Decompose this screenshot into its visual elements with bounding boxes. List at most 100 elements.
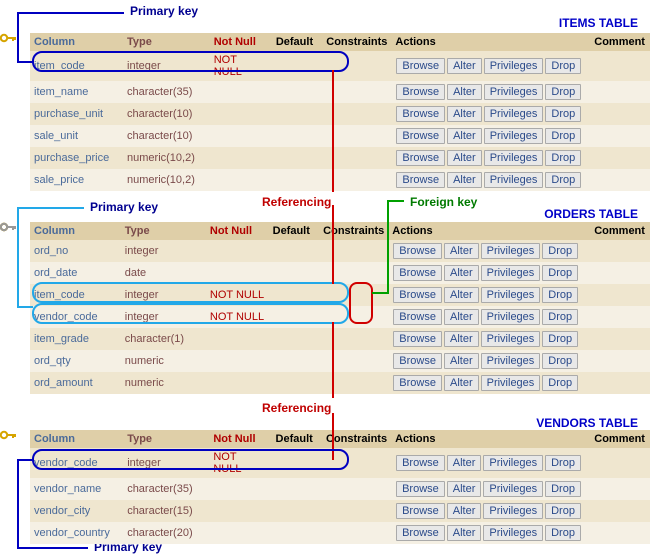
column-actions-cell: BrowseAlterPrivilegesDrop: [391, 522, 590, 544]
column-default-cell: [269, 262, 320, 284]
drop-button[interactable]: Drop: [542, 331, 578, 347]
column-constraints-cell: [319, 284, 388, 306]
privileges-button[interactable]: Privileges: [484, 106, 544, 122]
drop-button[interactable]: Drop: [545, 106, 581, 122]
column-notnull-cell: NOT NULL: [209, 448, 271, 478]
column-name-cell: vendor_code: [30, 448, 123, 478]
browse-button[interactable]: Browse: [396, 128, 445, 144]
drop-button[interactable]: Drop: [542, 309, 578, 325]
drop-button[interactable]: Drop: [545, 172, 581, 188]
browse-button[interactable]: Browse: [393, 265, 442, 281]
browse-button[interactable]: Browse: [393, 353, 442, 369]
browse-button[interactable]: Browse: [396, 172, 445, 188]
column-notnull-cell: [206, 350, 269, 372]
privileges-button[interactable]: Privileges: [483, 481, 543, 497]
table-row: ord_datedateBrowseAlterPrivilegesDrop: [30, 262, 650, 284]
alter-button[interactable]: Alter: [447, 525, 482, 541]
drop-button[interactable]: Drop: [545, 150, 581, 166]
browse-button[interactable]: Browse: [396, 455, 445, 471]
drop-button[interactable]: Drop: [545, 84, 581, 100]
primary-key-label-items: Primary key: [130, 4, 198, 18]
privileges-button[interactable]: Privileges: [481, 375, 541, 391]
orders-table-title: ORDERS TABLE: [544, 207, 638, 221]
column-type-cell: character(10): [123, 125, 210, 147]
privileges-button[interactable]: Privileges: [481, 265, 541, 281]
alter-button[interactable]: Alter: [444, 375, 479, 391]
column-comment-cell: [590, 284, 650, 306]
privileges-button[interactable]: Privileges: [481, 287, 541, 303]
browse-button[interactable]: Browse: [396, 503, 445, 519]
privileges-button[interactable]: Privileges: [484, 172, 544, 188]
privileges-button[interactable]: Privileges: [481, 353, 541, 369]
drop-button[interactable]: Drop: [545, 128, 581, 144]
browse-button[interactable]: Browse: [393, 331, 442, 347]
alter-button[interactable]: Alter: [447, 455, 482, 471]
column-notnull-cell: NOT NULL: [206, 306, 269, 328]
drop-button[interactable]: Drop: [545, 503, 581, 519]
drop-button[interactable]: Drop: [542, 353, 578, 369]
drop-button[interactable]: Drop: [545, 58, 581, 74]
privileges-button[interactable]: Privileges: [484, 58, 544, 74]
privileges-button[interactable]: Privileges: [484, 150, 544, 166]
alter-button[interactable]: Alter: [447, 84, 482, 100]
drop-button[interactable]: Drop: [542, 243, 578, 259]
browse-button[interactable]: Browse: [393, 309, 442, 325]
alter-button[interactable]: Alter: [447, 58, 482, 74]
column-type-cell: date: [121, 262, 206, 284]
column-type-cell: integer: [123, 448, 209, 478]
browse-button[interactable]: Browse: [393, 375, 442, 391]
column-notnull-cell: [210, 169, 272, 191]
column-type-cell: integer: [121, 284, 206, 306]
privileges-button[interactable]: Privileges: [483, 455, 543, 471]
privileges-button[interactable]: Privileges: [483, 503, 543, 519]
table-row: vendor_namecharacter(35)BrowseAlterPrivi…: [30, 478, 650, 500]
privileges-button[interactable]: Privileges: [484, 84, 544, 100]
alter-button[interactable]: Alter: [447, 503, 482, 519]
column-comment-cell: [590, 81, 650, 103]
browse-button[interactable]: Browse: [396, 481, 445, 497]
drop-button[interactable]: Drop: [545, 481, 581, 497]
browse-button[interactable]: Browse: [396, 58, 445, 74]
column-constraints-cell: [319, 372, 388, 394]
drop-button[interactable]: Drop: [542, 265, 578, 281]
alter-button[interactable]: Alter: [444, 353, 479, 369]
alter-button[interactable]: Alter: [447, 481, 482, 497]
alter-button[interactable]: Alter: [447, 172, 482, 188]
col-header-default: Default: [272, 430, 322, 448]
privileges-button[interactable]: Privileges: [483, 525, 543, 541]
alter-button[interactable]: Alter: [447, 128, 482, 144]
drop-button[interactable]: Drop: [545, 455, 581, 471]
alter-button[interactable]: Alter: [447, 106, 482, 122]
alter-button[interactable]: Alter: [444, 309, 479, 325]
browse-button[interactable]: Browse: [393, 243, 442, 259]
alter-button[interactable]: Alter: [444, 265, 479, 281]
browse-button[interactable]: Browse: [396, 84, 445, 100]
drop-button[interactable]: Drop: [542, 287, 578, 303]
table-row: vendor_citycharacter(15)BrowseAlterPrivi…: [30, 500, 650, 522]
browse-button[interactable]: Browse: [396, 106, 445, 122]
column-comment-cell: [590, 478, 650, 500]
drop-button[interactable]: Drop: [542, 375, 578, 391]
table-row: ord_qtynumericBrowseAlterPrivilegesDrop: [30, 350, 650, 372]
browse-button[interactable]: Browse: [396, 150, 445, 166]
table-row: item_codeintegerNOT NULLBrowseAlterPrivi…: [30, 51, 650, 81]
column-name-cell: sale_unit: [30, 125, 123, 147]
privileges-button[interactable]: Privileges: [484, 128, 544, 144]
column-notnull-cell: [206, 262, 269, 284]
privileges-button[interactable]: Privileges: [481, 309, 541, 325]
alter-button[interactable]: Alter: [444, 331, 479, 347]
browse-button[interactable]: Browse: [393, 287, 442, 303]
col-header-default: Default: [272, 33, 322, 51]
col-header-constraints: Constraints: [322, 33, 391, 51]
drop-button[interactable]: Drop: [545, 525, 581, 541]
col-header-constraints: Constraints: [319, 222, 388, 240]
orders-table: Column Type Not Null Default Constraints…: [30, 222, 650, 394]
column-comment-cell: [590, 103, 650, 125]
privileges-button[interactable]: Privileges: [481, 331, 541, 347]
alter-button[interactable]: Alter: [444, 287, 479, 303]
alter-button[interactable]: Alter: [444, 243, 479, 259]
privileges-button[interactable]: Privileges: [481, 243, 541, 259]
alter-button[interactable]: Alter: [447, 150, 482, 166]
browse-button[interactable]: Browse: [396, 525, 445, 541]
col-header-constraints: Constraints: [322, 430, 391, 448]
